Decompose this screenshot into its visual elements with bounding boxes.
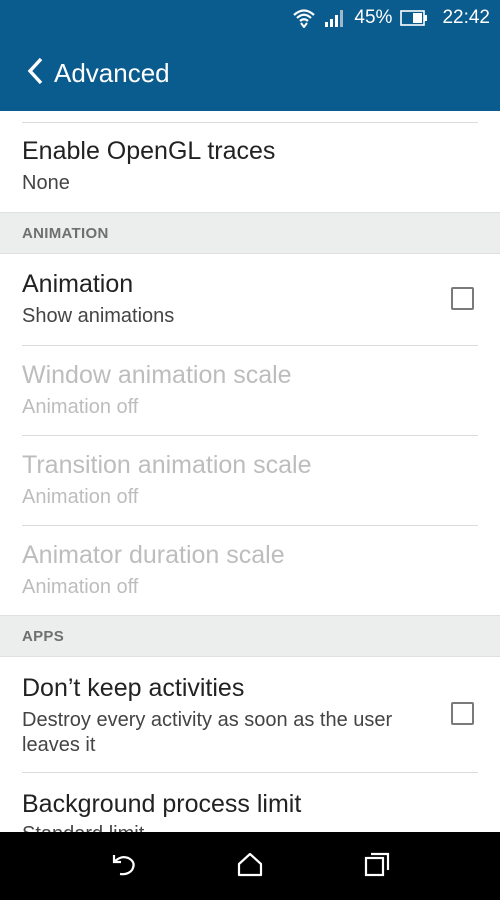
- setting-animator-duration-scale[interactable]: Animator duration scale Animation off: [0, 526, 500, 615]
- wifi-icon: [292, 8, 316, 28]
- setting-title: Don’t keep activities: [22, 674, 245, 702]
- signal-icon: [324, 9, 346, 27]
- navigation-bar: [0, 832, 500, 900]
- page-title: Advanced: [54, 58, 170, 88]
- app-bar: Advanced: [0, 36, 500, 111]
- setting-window-animation-scale[interactable]: Window animation scale Animation off: [0, 346, 500, 435]
- status-bar: 45% 22:42: [0, 0, 500, 36]
- battery-percent: 45%: [354, 7, 393, 28]
- setting-transition-animation-scale[interactable]: Transition animation scale Animation off: [0, 436, 500, 525]
- setting-title: Window animation scale: [22, 361, 292, 389]
- setting-animation[interactable]: Animation Show animations: [0, 254, 500, 345]
- setting-summary: Standard limit: [22, 822, 422, 832]
- setting-summary: Show animations: [22, 305, 175, 327]
- setting-summary: Animation off: [22, 576, 139, 598]
- chevron-left-icon: [26, 57, 44, 90]
- home-icon: [236, 851, 264, 882]
- setting-summary: Animation off: [22, 486, 139, 508]
- setting-background-process-limit[interactable]: Background process limit Standard limit: [0, 773, 500, 832]
- nav-back-button[interactable]: [98, 841, 148, 891]
- dont-keep-activities-checkbox[interactable]: [451, 702, 474, 725]
- settings-list[interactable]: Enable OpenGL traces None ANIMATION Anim…: [0, 111, 500, 832]
- back-arrow-icon: [108, 851, 138, 882]
- setting-summary: Destroy every activity as soon as the us…: [22, 709, 393, 756]
- section-header-apps: APPS: [0, 615, 500, 657]
- setting-title: Background process limit: [22, 790, 302, 818]
- setting-title: Animator duration scale: [22, 541, 285, 569]
- section-header-animation: ANIMATION: [0, 212, 500, 254]
- battery-icon: [400, 10, 428, 26]
- nav-recents-button[interactable]: [352, 841, 402, 891]
- recents-icon: [363, 851, 391, 882]
- section-title: APPS: [22, 628, 65, 645]
- setting-dont-keep-activities[interactable]: Don’t keep activities Destroy every acti…: [0, 657, 500, 772]
- setting-title: Animation: [22, 270, 134, 298]
- animation-checkbox[interactable]: [451, 287, 474, 310]
- nav-home-button[interactable]: [225, 841, 275, 891]
- setting-opengl-traces[interactable]: Enable OpenGL traces None: [0, 123, 500, 212]
- setting-title: Enable OpenGL traces: [22, 137, 276, 165]
- clock: 22:42: [442, 7, 490, 28]
- section-title: ANIMATION: [22, 225, 109, 242]
- back-button[interactable]: [0, 36, 52, 111]
- setting-summary: Animation off: [22, 396, 139, 418]
- setting-summary: None: [22, 172, 70, 194]
- setting-title: Transition animation scale: [22, 451, 312, 479]
